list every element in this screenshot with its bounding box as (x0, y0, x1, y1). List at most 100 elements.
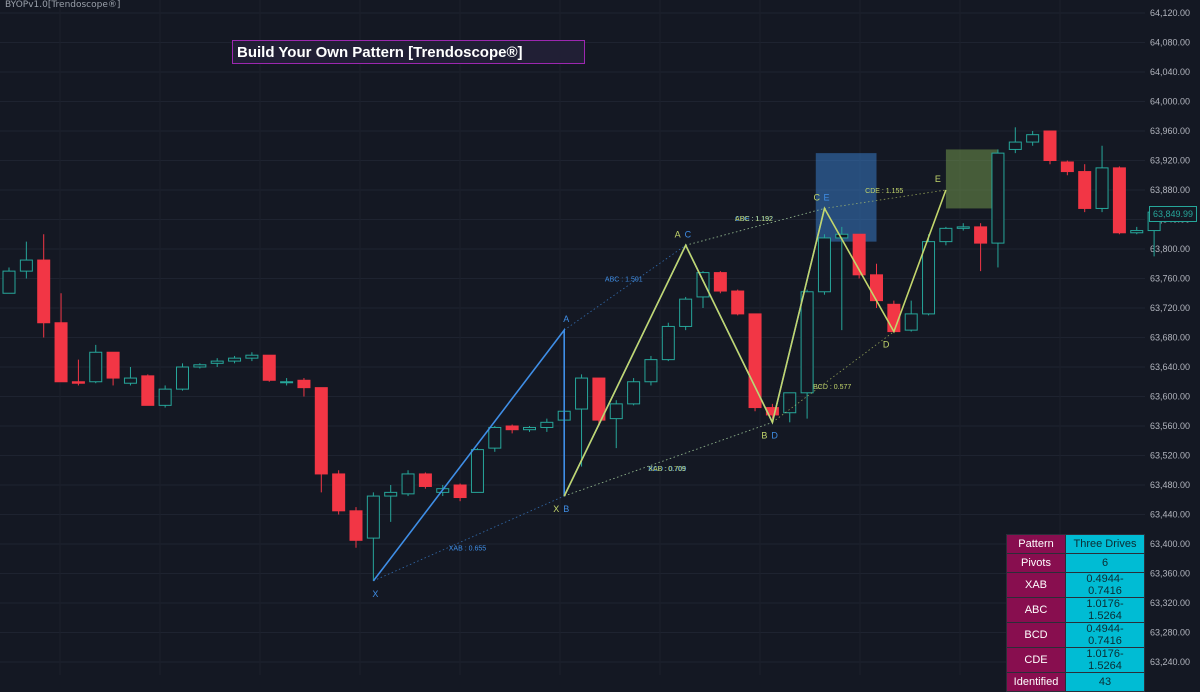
candle-body (644, 359, 658, 383)
info-value: 1.0176-1.5264 (1065, 647, 1145, 673)
candle-body (661, 325, 675, 361)
y-tick-label: 63,240.00 (1150, 657, 1190, 667)
info-key: XAB (1006, 572, 1066, 598)
info-value: 1.0176-1.5264 (1065, 597, 1145, 623)
candle-body (609, 403, 623, 420)
price-chart[interactable]: 64,120.00 64,080.00 64,040.00 64,000.00 63,9… (0, 0, 1200, 692)
yellow-pivot-label: E (935, 174, 941, 184)
y-tick-label: 64,040.00 (1150, 67, 1190, 77)
candle-body (418, 473, 432, 487)
blue-pivot-label: B (563, 504, 569, 514)
info-key: ABC (1006, 597, 1066, 623)
candle-body (158, 388, 172, 406)
candle-body (176, 366, 189, 390)
candle-body (1008, 141, 1022, 150)
candle-body (228, 357, 242, 362)
y-tick-label: 63,680.00 (1150, 333, 1190, 343)
info-key: BCD (1006, 622, 1066, 648)
candle-body (731, 290, 745, 315)
candle-body (870, 274, 883, 302)
y-tick-label: 63,600.00 (1150, 392, 1190, 402)
yellow-target-box (945, 149, 998, 209)
info-key: Pattern (1006, 534, 1066, 554)
candle-body (1043, 130, 1057, 161)
info-table-row: XAB 0.4944-0.7416 (1006, 572, 1145, 598)
blue-ratio-label: XAB : 0.655 (449, 545, 486, 552)
y-tick-label: 64,120.00 (1150, 8, 1190, 18)
candle-body (141, 375, 155, 406)
y-tick-label: 63,400.00 (1150, 539, 1190, 549)
pattern-title: Build Your Own Pattern [Trendoscope®] (232, 40, 585, 64)
y-tick-label: 63,960.00 (1150, 126, 1190, 136)
candle-body (2, 270, 16, 294)
blue-ratio-label: ABC : 1.501 (605, 277, 643, 284)
info-key: CDE (1006, 647, 1066, 673)
yellow-pivot-label: C (813, 192, 820, 202)
y-tick-label: 63,320.00 (1150, 598, 1190, 608)
candle-body (991, 152, 1005, 244)
candle-body (262, 354, 276, 381)
candle-body (505, 425, 519, 431)
candle-body (1095, 167, 1109, 209)
candle-body (401, 473, 415, 495)
candle-body (384, 491, 398, 497)
candle-body (453, 484, 467, 499)
y-tick-label: 63,640.00 (1150, 362, 1190, 372)
candle-body (280, 381, 294, 384)
yellow-ratio-connector (685, 208, 825, 246)
candle-body (748, 313, 762, 409)
y-tick-label: 63,920.00 (1150, 156, 1190, 166)
y-tick-label: 63,360.00 (1150, 569, 1190, 579)
y-tick-label: 63,880.00 (1150, 185, 1190, 195)
info-key: Pivots (1006, 553, 1066, 573)
candle-body (470, 449, 484, 493)
candle-body (974, 226, 988, 244)
candle-body (1112, 167, 1126, 234)
yellow-pivot-label: B (761, 430, 767, 440)
y-tick-label: 63,760.00 (1150, 274, 1190, 284)
candle-body (366, 495, 380, 539)
candle-body (297, 379, 311, 389)
blue-pivot-label: C (685, 229, 692, 239)
candle-body (123, 377, 137, 384)
candle-body (713, 272, 727, 292)
candle-body (488, 426, 502, 449)
candle-body (627, 381, 641, 405)
candle-body (592, 377, 606, 421)
info-value: 6 (1065, 553, 1145, 573)
candle-body (314, 387, 328, 475)
yellow-pivot-label: A (675, 229, 681, 239)
y-tick-label: 63,480.00 (1150, 480, 1190, 490)
indicator-label[interactable]: BYOPv1.0[Trendoscope®] (5, 0, 120, 10)
info-value: 43 (1065, 672, 1145, 692)
y-tick-label: 63,280.00 (1150, 628, 1190, 638)
candle-body (332, 473, 346, 512)
candle-body (1026, 134, 1040, 143)
candle-body (1130, 230, 1144, 234)
candle-body (1060, 161, 1074, 173)
y-tick-label: 63,720.00 (1150, 303, 1190, 313)
yellow-pivot-label: D (883, 340, 890, 350)
info-key: Identified (1006, 672, 1066, 692)
candle-body (835, 233, 849, 239)
yellow-ratio-label: BCD : 0.577 (813, 384, 851, 391)
info-value: 0.4944-0.7416 (1065, 572, 1145, 598)
candle-body (922, 241, 936, 315)
candle-body (575, 377, 589, 410)
blue-pivot-label: E (823, 192, 829, 202)
candle-body (800, 291, 814, 394)
last-price-tag: 63,849.99 (1149, 206, 1197, 222)
info-table-row: ABC 1.0176-1.5264 (1006, 597, 1145, 623)
candle-body (54, 322, 68, 383)
candle-body (71, 381, 85, 384)
pattern-info-table: Pattern Three Drives Pivots 6 XAB 0.4944-0.74… (1006, 534, 1145, 692)
yellow-ratio-label: XAB : 0.709 (648, 466, 685, 473)
candle-body (904, 313, 918, 331)
candle-body (1078, 171, 1092, 209)
candle-body (37, 259, 51, 324)
candle-body (19, 259, 33, 272)
candle-body (817, 237, 831, 293)
candle-body (89, 351, 103, 383)
info-table-row: Pivots 6 (1006, 553, 1145, 573)
candle-body (887, 303, 901, 333)
